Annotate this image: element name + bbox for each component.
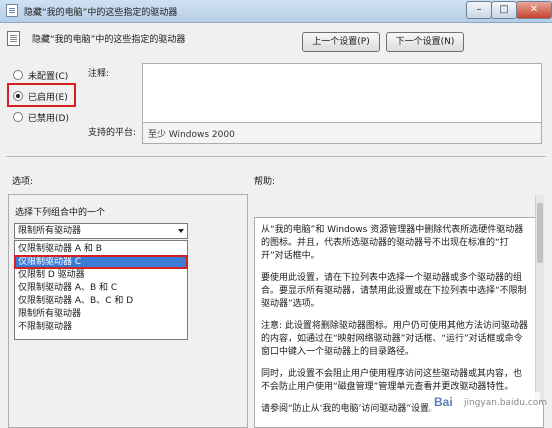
radio-circle-icon [13, 112, 23, 122]
dropdown-option[interactable]: 仅限制 D 驱动器 [15, 269, 187, 281]
watermark: Bai jingyan.baidu.com [430, 392, 547, 414]
dropdown-option-highlighted[interactable]: 仅限制驱动器 C [14, 255, 188, 269]
dropdown-option[interactable]: 不限制驱动器 [15, 321, 187, 333]
dialog-window: 隐藏“我的电脑”中的这些指定的驱动器 – □ ✕ 隐藏“我的电脑”中的这些指定的… [0, 0, 552, 428]
help-paragraph: 同时，此设置不会阻止用户使用程序访问这些驱动器或其内容，也不会防止用户使用“磁盘… [261, 369, 523, 392]
maximize-button[interactable]: □ [491, 1, 517, 19]
next-setting-button[interactable]: 下一个设置(N) [386, 32, 464, 52]
radio-disabled[interactable]: 已禁用(D) [13, 110, 69, 124]
help-scrollbar[interactable] [535, 195, 544, 404]
help-paragraph: 要使用此设置，请在下拉列表中选择一个驱动器或多个驱动器的组合。要显示所有驱动器，… [261, 273, 527, 309]
highlight-enabled-box [7, 83, 76, 107]
watermark-logo: Bai [434, 395, 453, 409]
setting-doc-icon [7, 31, 20, 46]
combo-label: 选择下列组合中的一个 [15, 208, 106, 218]
prev-setting-button[interactable]: 上一个设置(P) [302, 32, 380, 52]
divider [6, 156, 546, 157]
comment-label: 注释: [88, 69, 110, 79]
dialog-content: 隐藏“我的电脑”中的这些指定的驱动器 上一个设置(P) 下一个设置(N) 未配置… [0, 23, 552, 428]
drive-dropdown-list: 仅限制驱动器 A 和 B 仅限制驱动器 C 仅限制 D 驱动器 仅限制驱动器 A… [14, 240, 188, 340]
close-button[interactable]: ✕ [516, 1, 552, 19]
setting-title: 隐藏“我的电脑”中的这些指定的驱动器 [32, 35, 186, 45]
help-paragraph: 注意: 此设置将删除驱动器图标。用户仍可使用其他方法访问驱动器的内容，如通过在“… [261, 321, 528, 357]
minimize-button[interactable]: – [466, 1, 492, 19]
scrollbar-thumb[interactable] [537, 203, 543, 263]
platform-label: 支持的平台: [88, 128, 137, 138]
chevron-down-icon[interactable] [178, 229, 184, 233]
drive-combo-select[interactable]: 限制所有驱动器 [14, 223, 188, 239]
options-heading: 选项: [12, 177, 34, 187]
dropdown-option[interactable]: 仅限制驱动器 A 和 B [15, 243, 187, 255]
title-bar[interactable]: 隐藏“我的电脑”中的这些指定的驱动器 – □ ✕ [0, 0, 552, 23]
radio-label: 未配置(C) [28, 71, 69, 82]
radio-label: 已禁用(D) [28, 113, 69, 124]
platform-value: 至少 Windows 2000 [142, 122, 542, 144]
policy-doc-icon [6, 4, 18, 17]
window-title: 隐藏“我的电脑”中的这些指定的驱动器 [24, 8, 178, 18]
dropdown-option[interactable]: 仅限制驱动器 A、B、C 和 D [15, 295, 187, 307]
watermark-text: jingyan.baidu.com [464, 398, 548, 408]
dropdown-option[interactable]: 仅限制驱动器 A、B 和 C [15, 282, 187, 294]
combo-value: 限制所有驱动器 [18, 226, 82, 236]
help-heading: 帮助: [254, 177, 276, 187]
help-paragraph: 从“我的电脑”和 Windows 资源管理器中删除代表所选硬件驱动器的图标。并且… [261, 225, 524, 261]
dropdown-option[interactable]: 限制所有驱动器 [15, 308, 187, 320]
radio-circle-icon [13, 70, 23, 80]
radio-not-configured[interactable]: 未配置(C) [13, 68, 68, 82]
